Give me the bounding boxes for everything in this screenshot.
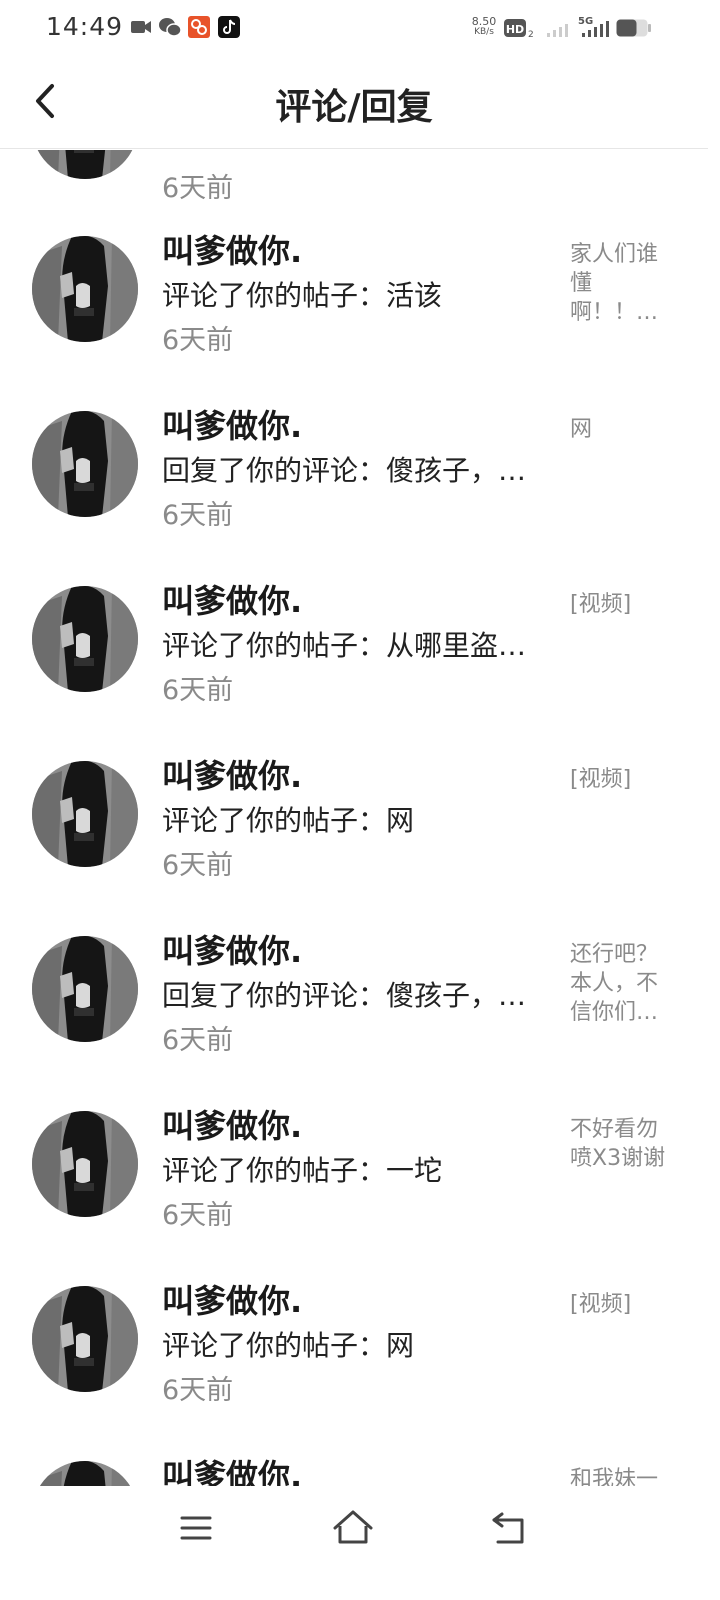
network-speed-unit: KB/s (474, 27, 494, 37)
referenced-post[interactable]: [视频] (570, 765, 670, 794)
notification-list[interactable]: 6天前 叫爹做你. 评论了你的帖子：活该 6天前 家人们谁懂啊！！… 叫爹做你.… (0, 150, 720, 1486)
referenced-post[interactable]: 不好看勿喷X3谢谢 (570, 1115, 670, 1173)
avatar[interactable] (32, 150, 138, 179)
battery-icon (616, 19, 651, 37)
item-time: 6天前 (162, 1200, 234, 1231)
status-bar: 14:49 8.50 KB/s HD 2 5G (0, 0, 720, 56)
list-item[interactable]: 6天前 (0, 150, 720, 204)
item-action: 评论了你的帖子：活该 (162, 279, 443, 312)
avatar-image (32, 1111, 138, 1217)
item-time: 6天前 (162, 850, 234, 881)
network-label: 5G (578, 16, 593, 27)
list-item[interactable]: 叫爹做你. 评论了你的帖子：活该 6天前 家人们谁懂啊！！… (0, 222, 720, 397)
user-name[interactable]: 叫爹做你. (162, 576, 302, 622)
system-navigation-bar (0, 1486, 720, 1600)
avatar-image (32, 1461, 138, 1486)
user-name[interactable]: 叫爹做你. (162, 1276, 302, 1322)
item-action: 评论了你的帖子：从哪里盗… (162, 629, 527, 662)
back-icon[interactable] (488, 1508, 532, 1548)
avatar[interactable] (32, 761, 138, 867)
referenced-post[interactable]: [视频] (570, 1290, 670, 1319)
avatar-image (32, 411, 138, 517)
network-speed: 8.50 KB/s (468, 16, 500, 38)
avatar[interactable] (32, 411, 138, 517)
home-icon[interactable] (331, 1508, 375, 1548)
list-item[interactable]: 叫爹做你. 评论了你的帖子：网 6天前 [视频] (0, 747, 720, 922)
tiktok-icon (218, 16, 240, 38)
user-name[interactable]: 叫爹做你. (162, 751, 302, 797)
user-name[interactable]: 叫爹做你. (162, 926, 302, 972)
video-camera-icon (131, 21, 151, 33)
referenced-post[interactable]: [视频] (570, 590, 670, 619)
item-time: 6天前 (162, 325, 234, 356)
referenced-post[interactable]: 还行吧？本人，不信你们… (570, 940, 670, 1027)
referenced-post[interactable]: 网 (570, 415, 670, 444)
app-icon (188, 16, 210, 38)
item-action: 回复了你的评论：傻孩子，… (162, 979, 527, 1012)
network-speed-value: 8.50 (471, 15, 497, 28)
user-name[interactable]: 叫爹做你. (162, 1451, 302, 1486)
item-time: 6天前 (162, 500, 234, 531)
avatar-image (32, 586, 138, 692)
status-time: 14:49 (46, 12, 124, 41)
item-time: 6天前 (162, 173, 234, 204)
list-item[interactable]: 叫爹做你. 回复了你的评论：傻孩子，… 6天前 网 (0, 397, 720, 572)
item-action: 评论了你的帖子：网 (162, 804, 415, 837)
page-title: 评论/回复 (275, 87, 433, 128)
referenced-post[interactable]: 和我妹一 (570, 1465, 670, 1486)
avatar-image (32, 150, 138, 179)
avatar[interactable] (32, 1111, 138, 1217)
avatar-image (32, 761, 138, 867)
avatar[interactable] (32, 936, 138, 1042)
5g-signal-icon: 5G (578, 16, 609, 37)
list-item[interactable]: 叫爹做你. 回复了你的评论：傻孩子，… 6天前 还行吧？本人，不信你们… (0, 922, 720, 1097)
avatar-image (32, 236, 138, 342)
hd-label: HD (506, 23, 524, 36)
user-name[interactable]: 叫爹做你. (162, 226, 302, 272)
item-action: 评论了你的帖子：网 (162, 1329, 415, 1362)
signal-icon (547, 24, 568, 37)
avatar[interactable] (32, 236, 138, 342)
list-item[interactable]: 叫爹做你. 评论了你的帖子：一坨 6天前 不好看勿喷X3谢谢 (0, 1097, 720, 1272)
avatar-image (32, 1286, 138, 1392)
avatar-image (32, 936, 138, 1042)
list-item[interactable]: 叫爹做你. 评论了你的帖子：从哪里盗… 6天前 [视频] (0, 572, 720, 747)
user-name[interactable]: 叫爹做你. (162, 1101, 302, 1147)
item-time: 6天前 (162, 1375, 234, 1406)
wechat-icon (159, 18, 182, 37)
header: 评论/回复 (0, 56, 708, 149)
hd-icon: HD 2 (504, 19, 534, 38)
avatar[interactable] (32, 1286, 138, 1392)
item-action: 评论了你的帖子：一坨 (162, 1154, 443, 1187)
avatar[interactable] (32, 1461, 138, 1486)
avatar[interactable] (32, 586, 138, 692)
list-item[interactable]: 叫爹做你. 和我妹一 (0, 1447, 720, 1486)
svg-text:2: 2 (528, 30, 534, 38)
item-action: 回复了你的评论：傻孩子，… (162, 454, 527, 487)
menu-icon[interactable] (174, 1508, 218, 1548)
list-item[interactable]: 叫爹做你. 评论了你的帖子：网 6天前 [视频] (0, 1272, 720, 1447)
user-name[interactable]: 叫爹做你. (162, 401, 302, 447)
item-time: 6天前 (162, 675, 234, 706)
referenced-post[interactable]: 家人们谁懂啊！！… (570, 240, 670, 327)
item-time: 6天前 (162, 1025, 234, 1056)
